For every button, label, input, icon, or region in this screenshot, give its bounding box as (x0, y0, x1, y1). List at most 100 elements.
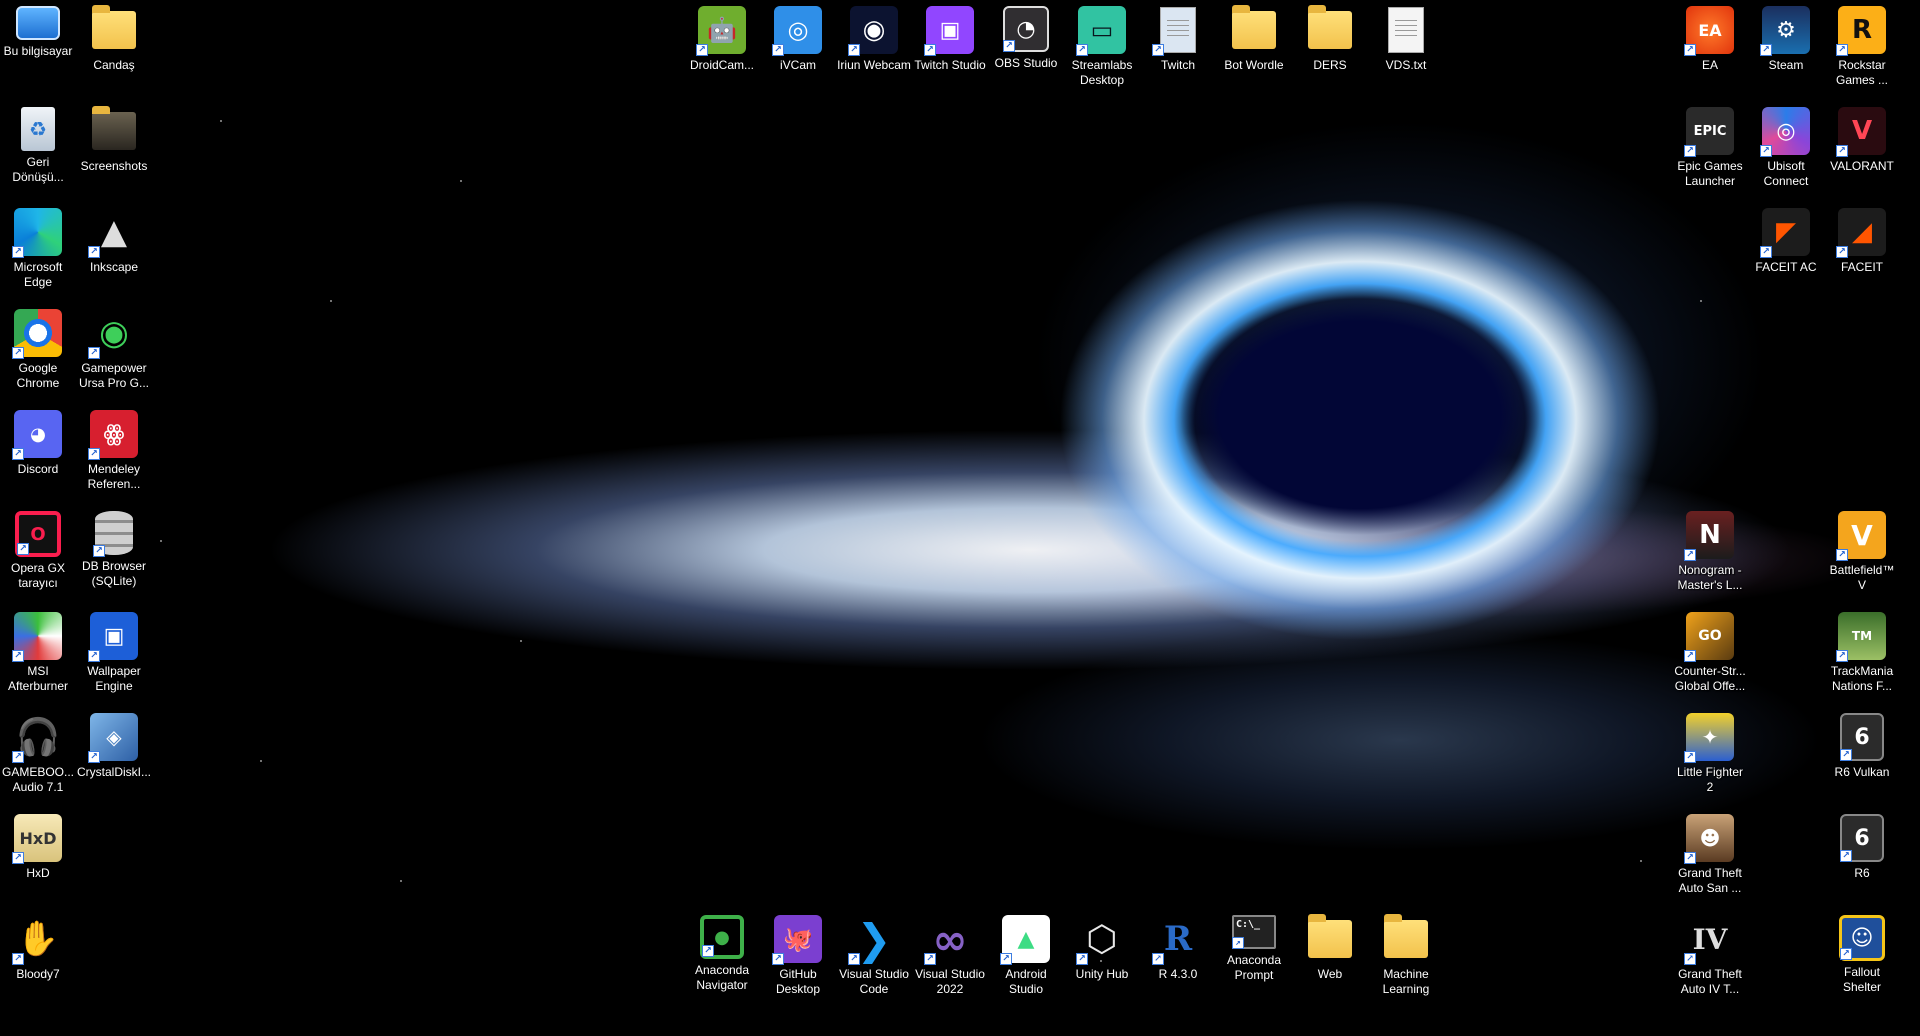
desktop-icon-label: DroidCam... (689, 58, 754, 72)
droidcam-icon: 🤖 ↗ (696, 6, 746, 56)
desktop-icon-gamepower[interactable]: ◉ ↗ Gamepower Ursa Pro G... (76, 303, 152, 399)
desktop-icon-ea[interactable]: EA ↗ EA (1672, 0, 1748, 96)
desktop-icon-iriun-webcam[interactable]: ◉ ↗ Iriun Webcam (836, 0, 912, 96)
faceit-ac-icon: ◤ ↗ (1760, 208, 1810, 258)
desktop-icon-web[interactable]: Web (1292, 909, 1368, 1005)
star (160, 540, 162, 542)
desktop-icon-droidcam[interactable]: 🤖 ↗ DroidCam... (684, 0, 760, 96)
desktop-icon-crystaldiskinfo[interactable]: ◈ ↗ CrystalDiskI... (76, 707, 152, 803)
msi-afterburner-icon: ↗ (12, 612, 62, 662)
desktop-icon-this-pc[interactable]: Bu bilgisayar (0, 0, 76, 96)
desktop-icon-hxd[interactable]: HxD ↗ HxD (0, 808, 76, 904)
desktop-icon-label: Visual Studio 2022 (915, 967, 985, 996)
desktop-icon-bloody7[interactable]: ✋ ↗ Bloody7 (0, 909, 76, 1005)
desktop-icon-label: Bu bilgisayar (3, 44, 73, 58)
anaconda-icon: ● ↗ (700, 915, 744, 959)
desktop-icon-label: Bot Wordle (1224, 58, 1284, 72)
desktop-icon-vds-txt[interactable]: VDS.txt (1368, 0, 1444, 96)
desktop-icon-label: Visual Studio Code (839, 967, 909, 996)
desktop-icon-fallout-shelter[interactable]: ☺ ↗ Fallout Shelter (1824, 909, 1900, 1005)
star (1700, 300, 1702, 302)
desktop-icon-label: TrackMania Nations F... (1830, 664, 1894, 693)
desktop-icon-r6[interactable]: 6 ↗ R6 (1824, 808, 1900, 904)
inkscape-icon: ▲ ↗ (88, 208, 138, 258)
desktop-icon-ubisoft-connect[interactable]: ◎ ↗ Ubisoft Connect (1748, 101, 1824, 197)
desktop-icon-inkscape[interactable]: ▲ ↗ Inkscape (76, 202, 152, 298)
folder-icon (1306, 5, 1354, 54)
visual-studio-icon: ∞ ↗ (924, 915, 974, 965)
desktop-icon-r[interactable]: R ↗ R 4.3.0 (1140, 909, 1216, 1005)
desktop-icon-label: Twitch Studio (914, 58, 986, 72)
desktop-icon-github-desktop[interactable]: 🐙 ↗ GitHub Desktop (760, 909, 836, 1005)
computer-icon (16, 6, 60, 40)
desktop-icon-label: Iriun Webcam (837, 58, 911, 72)
desktop-icon-candas[interactable]: Candaş (76, 0, 152, 96)
desktop-icon-rockstar[interactable]: R ↗ Rockstar Games ... (1824, 0, 1900, 96)
csgo-icon: GO ↗ (1684, 612, 1734, 662)
desktop-icon-ders[interactable]: DERS (1292, 0, 1368, 96)
desktop-icon-label: R 4.3.0 (1158, 967, 1198, 981)
desktop-icon-anaconda-navigator[interactable]: ● ↗ Anaconda Navigator (684, 909, 760, 1005)
mendeley-icon: ꙮ ↗ (88, 410, 138, 460)
desktop-icon-nonogram[interactable]: N ↗ Nonogram - Master's L... (1672, 505, 1748, 601)
desktop-icon-csgo[interactable]: GO ↗ Counter-Str... Global Offe... (1672, 606, 1748, 702)
desktop-icon-ivcam[interactable]: ◎ ↗ iVCam (760, 0, 836, 96)
desktop-icon-label: Geri Dönüşü... (12, 155, 64, 184)
desktop-icon-twitch-studio[interactable]: ▣ ↗ Twitch Studio (912, 0, 988, 96)
desktop-icon-label: Google Chrome (16, 361, 60, 390)
desktop-icon-valorant[interactable]: V ↗ VALORANT (1824, 101, 1900, 197)
star (260, 760, 262, 762)
desktop-icon-gameboost-audio[interactable]: 🎧 ↗ GAMEBOO... Audio 7.1 (0, 707, 76, 803)
desktop-icon-label: Little Fighter 2 (1676, 765, 1744, 794)
desktop-icon-faceit[interactable]: ◢ ↗ FACEIT (1824, 202, 1900, 298)
desktop-icon-opera-gx[interactable]: O ↗ Opera GX tarayıcı (0, 505, 76, 601)
desktop-icon-label: HxD (26, 866, 50, 880)
desktop-icon-obs-studio[interactable]: ◔ ↗ OBS Studio (988, 0, 1064, 96)
desktop-icon-mendeley[interactable]: ꙮ ↗ Mendeley Referen... (76, 404, 152, 500)
desktop-icon-vscode[interactable]: ❯ ↗ Visual Studio Code (836, 909, 912, 1005)
desktop-icon-faceit-ac[interactable]: ◤ ↗ FACEIT AC (1748, 202, 1824, 298)
battlefield-icon: V ↗ (1836, 511, 1886, 561)
desktop-icon-r6-vulkan[interactable]: 6 ↗ R6 Vulkan (1824, 707, 1900, 803)
edge-icon: ↗ (12, 208, 62, 258)
desktop-icon-discord[interactable]: ◕ ↗ Discord (0, 404, 76, 500)
desktop-icon-trackmania[interactable]: TM ↗ TrackMania Nations F... (1824, 606, 1900, 702)
desktop-icon-chrome[interactable]: ↗ Google Chrome (0, 303, 76, 399)
desktop-icon-android-studio[interactable]: ▲ ↗ Android Studio (988, 909, 1064, 1005)
desktop-icon-label: Rockstar Games ... (1835, 58, 1888, 87)
desktop-icon-twitch[interactable]: ↗ Twitch (1140, 0, 1216, 96)
steam-icon: ⚙ ↗ (1760, 6, 1810, 56)
desktop-icon-bot-wordle[interactable]: Bot Wordle (1216, 0, 1292, 96)
desktop-icon-steam[interactable]: ⚙ ↗ Steam (1748, 0, 1824, 96)
desktop-icon-label: GAMEBOO... Audio 7.1 (1, 765, 74, 794)
desktop-icon-label: Mendeley Referen... (87, 462, 141, 491)
gta-iv-icon: IV ↗ (1684, 915, 1734, 965)
desktop-icon-msi-afterburner[interactable]: ↗ MSI Afterburner (0, 606, 76, 702)
desktop-icon-label: Fallout Shelter (1842, 965, 1882, 994)
opera-gx-icon: O ↗ (15, 511, 61, 557)
desktop-icon-epic-games[interactable]: EPIC ↗ Epic Games Launcher (1672, 101, 1748, 197)
desktop-icon-label: Nonogram - Master's L... (1677, 563, 1743, 592)
epic-games-icon: EPIC ↗ (1684, 107, 1734, 157)
desktop-icon-gta-iv[interactable]: IV ↗ Grand Theft Auto IV T... (1672, 909, 1748, 1005)
desktop-icon-label: Grand Theft Auto San ... (1678, 866, 1742, 895)
desktop-icon-visual-studio[interactable]: ∞ ↗ Visual Studio 2022 (912, 909, 988, 1005)
desktop-icon-label: R6 Vulkan (1834, 765, 1890, 779)
desktop-icon-db-browser[interactable]: ↗ DB Browser (SQLite) (76, 505, 152, 601)
desktop-icon-recycle-bin[interactable]: ♻ Geri Dönüşü... (0, 101, 76, 197)
little-fighter-icon: ✦ ↗ (1684, 713, 1734, 763)
desktop-icon-streamlabs[interactable]: ▭ ↗ Streamlabs Desktop (1064, 0, 1140, 96)
desktop-icon-little-fighter[interactable]: ✦ ↗ Little Fighter 2 (1672, 707, 1748, 803)
desktop-icon-gta-sa[interactable]: ☻ ↗ Grand Theft Auto San ... (1672, 808, 1748, 904)
desktop-icon-wallpaper-engine[interactable]: ▣ ↗ Wallpaper Engine (76, 606, 152, 702)
desktop-icon-machine-learning[interactable]: Machine Learning (1368, 909, 1444, 1005)
star (520, 640, 522, 642)
desktop-icon-unity-hub[interactable]: ⬡ ↗ Unity Hub (1064, 909, 1140, 1005)
desktop-icon-label: Anaconda Prompt (1226, 953, 1282, 982)
desktop-icon-edge[interactable]: ↗ Microsoft Edge (0, 202, 76, 298)
desktop-icon-label: Gamepower Ursa Pro G... (78, 361, 149, 390)
folder-icon (1230, 5, 1278, 54)
desktop-icon-battlefield[interactable]: V ↗ Battlefield™ V (1824, 505, 1900, 601)
desktop-icon-anaconda-prompt[interactable]: C:\_ ↗ Anaconda Prompt (1216, 909, 1292, 1005)
desktop-icon-screenshots[interactable]: Screenshots (76, 101, 152, 197)
